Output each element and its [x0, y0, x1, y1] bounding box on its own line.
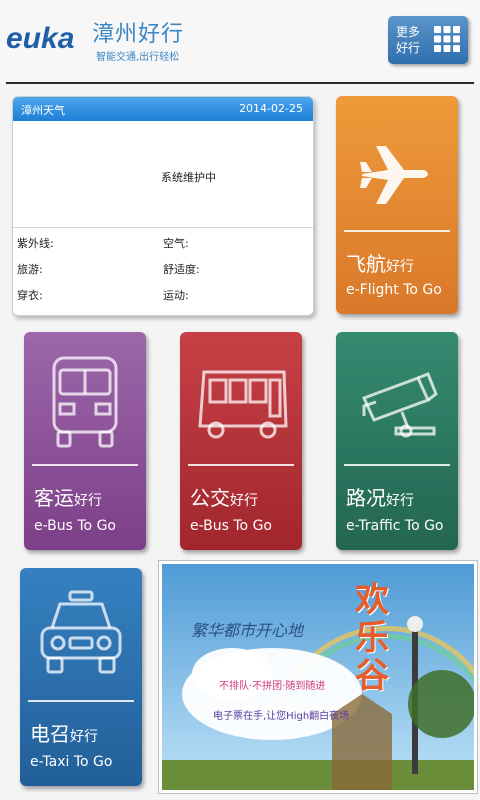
- app-subtitle: 智能交通,出行轻松: [96, 52, 180, 63]
- weather-card[interactable]: 漳州天气 2014-02-25 系统维护中 紫外线: 空气: 旅游: 舒适度: …: [12, 96, 314, 316]
- weather-title: 漳州天气: [21, 104, 65, 117]
- tile-separator: [32, 464, 138, 466]
- travel-label: 旅游:: [17, 263, 43, 276]
- more-button-label: 更多 好行: [396, 24, 426, 56]
- more-services-button[interactable]: 更多 好行: [388, 16, 468, 64]
- tile-separator: [28, 700, 134, 702]
- uv-label: 紫外线:: [17, 237, 54, 250]
- tile-flight-subtitle: e-Flight To Go: [346, 282, 442, 298]
- tile-bus-subtitle: e-Bus To Go: [190, 518, 272, 534]
- more-button-line2: 好行: [396, 41, 421, 55]
- banner-line-2: 电子票在手,让您High翻白夜场: [213, 711, 350, 722]
- tile-traffic[interactable]: 路况好行 e-Traffic To Go: [336, 332, 458, 550]
- tile-taxi[interactable]: 电召好行 e-Taxi To Go: [20, 568, 142, 786]
- tile-taxi-title: 电召好行: [30, 722, 98, 746]
- tile-separator: [188, 464, 294, 466]
- tile-bus-title: 公交好行: [190, 486, 258, 510]
- dress-label: 穿衣:: [17, 289, 43, 302]
- tile-flight-title: 飞航好行: [346, 252, 414, 276]
- tile-traffic-subtitle: e-Traffic To Go: [346, 518, 444, 534]
- tile-bus[interactable]: 公交好行 e-Bus To Go: [180, 332, 302, 550]
- banner-headline: 欢乐谷: [355, 580, 389, 696]
- tile-coach-title: 客运好行: [34, 486, 102, 510]
- app-title: 漳州好行: [92, 22, 185, 47]
- weather-divider: [13, 227, 313, 228]
- header-divider: [6, 82, 474, 84]
- airplane-icon: [360, 146, 428, 204]
- tile-taxi-subtitle: e-Taxi To Go: [30, 754, 113, 770]
- tile-flight[interactable]: 飞航好行 e-Flight To Go: [336, 96, 458, 314]
- taxi-icon: [40, 590, 122, 674]
- euka-logo: euka: [6, 22, 74, 55]
- tile-coach[interactable]: 客运好行 e-Bus To Go: [24, 332, 146, 550]
- tile-coach-subtitle: e-Bus To Go: [34, 518, 116, 534]
- weather-status-message: 系统维护中: [161, 171, 216, 184]
- tile-separator: [344, 464, 450, 466]
- more-button-line1: 更多: [396, 25, 421, 39]
- banner-title: 繁华都市开心地: [191, 621, 304, 640]
- weather-header: 漳州天气 2014-02-25: [13, 97, 313, 121]
- tile-separator: [344, 230, 450, 232]
- coach-bus-icon: [52, 356, 118, 448]
- tile-traffic-title: 路况好行: [346, 486, 414, 510]
- svg-text:euka: euka: [6, 22, 74, 55]
- air-label: 空气:: [163, 237, 189, 250]
- camera-icon: [361, 372, 438, 438]
- grid-icon: [434, 26, 460, 52]
- weather-date: 2014-02-25: [239, 102, 303, 115]
- city-bus-icon: [198, 370, 288, 439]
- app-header: euka 漳州好行 智能交通,出行轻松 更多 好行: [0, 0, 480, 84]
- sport-label: 运动:: [163, 289, 189, 302]
- comfort-label: 舒适度:: [163, 263, 200, 276]
- promo-banner[interactable]: 繁华都市开心地 欢乐谷 不排队·不拼团·随到随进 电子票在手,让您High翻白夜…: [158, 560, 478, 794]
- banner-line-1: 不排队·不拼团·随到随进: [219, 681, 326, 692]
